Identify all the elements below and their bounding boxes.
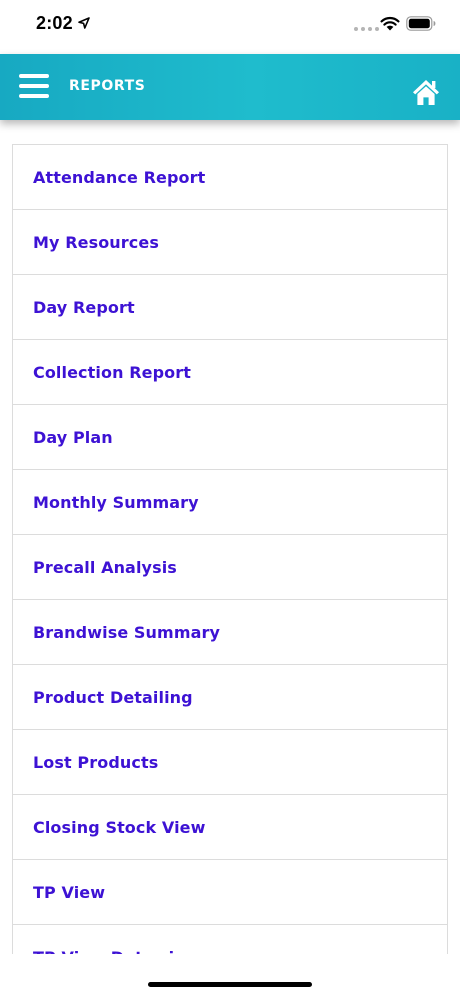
- report-item-label: Attendance Report: [33, 167, 206, 187]
- report-list-item[interactable]: Collection Report: [13, 340, 447, 405]
- battery-icon: [406, 16, 436, 31]
- page-title: REPORTS: [69, 78, 146, 94]
- status-time: 2:02: [36, 13, 73, 33]
- home-indicator-area: [0, 954, 460, 996]
- report-list-item[interactable]: Precall Analysis: [13, 535, 447, 600]
- report-list-item[interactable]: My Resources: [13, 210, 447, 275]
- report-item-label: Closing Stock View: [33, 817, 206, 837]
- report-list-item[interactable]: TP View: [13, 860, 447, 925]
- report-list-item[interactable]: Attendance Report: [13, 145, 447, 210]
- report-item-label: Precall Analysis: [33, 557, 177, 577]
- report-list-item[interactable]: Lost Products: [13, 730, 447, 795]
- status-bar: 2:02: [0, 0, 460, 54]
- app-header: REPORTS: [0, 54, 460, 120]
- report-list-item[interactable]: Monthly Summary: [13, 470, 447, 535]
- report-list-item[interactable]: Closing Stock View: [13, 795, 447, 860]
- report-item-label: Monthly Summary: [33, 492, 199, 512]
- report-item-label: Day Plan: [33, 427, 113, 447]
- report-item-label: Product Detailing: [33, 687, 193, 707]
- report-list: Attendance Report My Resources Day Report C…: [12, 144, 448, 955]
- report-list-item[interactable]: TP View Datewise: [13, 925, 447, 956]
- report-list-item[interactable]: Product Detailing: [13, 665, 447, 730]
- report-item-label: Brandwise Summary: [33, 622, 221, 642]
- home-indicator[interactable]: [148, 982, 312, 987]
- cellular-signal-icon: [354, 27, 379, 31]
- location-arrow-icon: [78, 17, 90, 29]
- report-list-item[interactable]: Brandwise Summary: [13, 600, 447, 665]
- report-item-label: Collection Report: [33, 362, 191, 382]
- home-icon[interactable]: [412, 78, 440, 106]
- hamburger-menu-icon[interactable]: [19, 72, 49, 100]
- report-item-label: My Resources: [33, 232, 159, 252]
- report-item-label: Lost Products: [33, 752, 159, 772]
- report-list-item[interactable]: Day Plan: [13, 405, 447, 470]
- report-list-item[interactable]: Day Report: [13, 275, 447, 340]
- report-item-label: Day Report: [33, 297, 135, 317]
- report-item-label: TP View: [33, 882, 106, 902]
- wifi-icon: [380, 16, 400, 31]
